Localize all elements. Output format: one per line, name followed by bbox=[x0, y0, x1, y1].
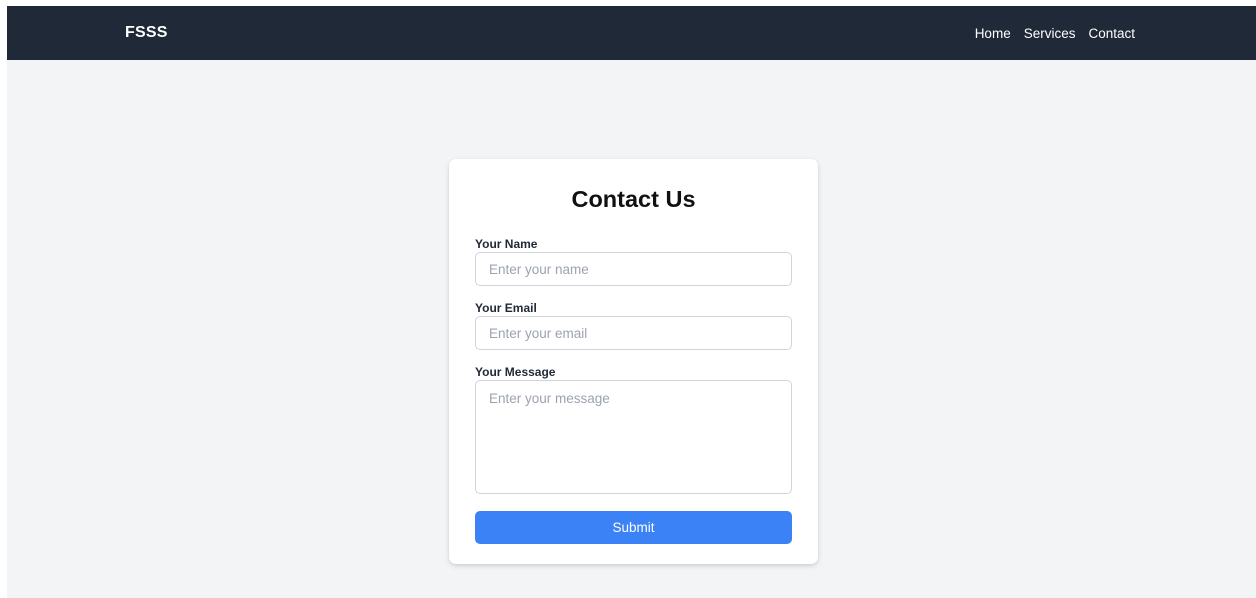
page-frame: FSSS Home Services Contact Contact Us Yo… bbox=[7, 6, 1256, 598]
name-label: Your Name bbox=[475, 237, 538, 251]
email-input[interactable] bbox=[475, 316, 792, 350]
nav-link-home[interactable]: Home bbox=[975, 26, 1011, 41]
nav-link-contact[interactable]: Contact bbox=[1088, 26, 1135, 41]
message-label: Your Message bbox=[475, 365, 556, 379]
name-input[interactable] bbox=[475, 252, 792, 286]
nav-link-services[interactable]: Services bbox=[1024, 26, 1076, 41]
form-title: Contact Us bbox=[571, 186, 696, 212]
contact-form-card: Contact Us Your Name Your Email Your Mes… bbox=[449, 159, 818, 564]
email-label: Your Email bbox=[475, 301, 537, 315]
submit-button[interactable]: Submit bbox=[475, 511, 792, 544]
message-textarea[interactable] bbox=[475, 380, 792, 494]
navbar: FSSS Home Services Contact bbox=[7, 6, 1256, 60]
brand-logo[interactable]: FSSS bbox=[125, 6, 168, 60]
nav-links: Home Services Contact bbox=[975, 6, 1135, 60]
